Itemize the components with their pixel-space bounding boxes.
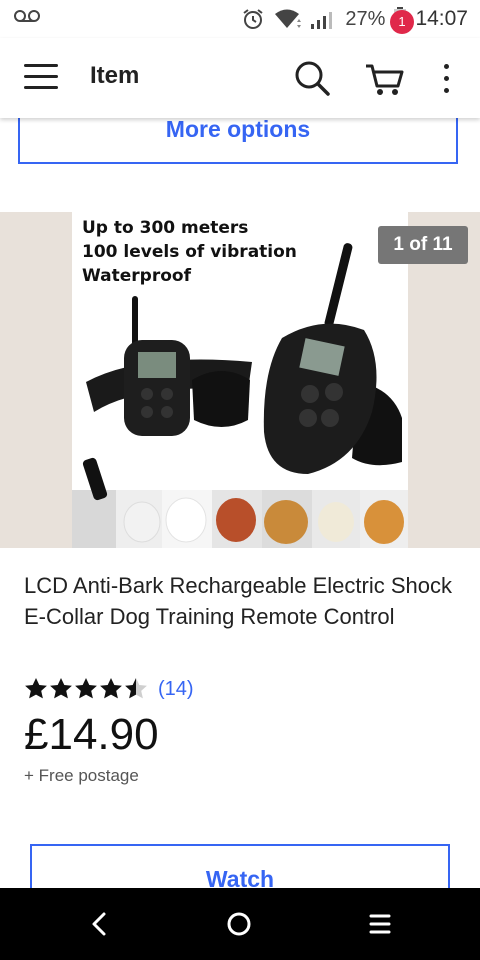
- battery-percent: 27%: [345, 7, 386, 30]
- review-count-link[interactable]: (14): [158, 678, 194, 701]
- star-rating: [24, 677, 148, 701]
- search-icon[interactable]: [292, 58, 332, 98]
- star-icon: [125, 678, 147, 699]
- overflow-menu-icon[interactable]: [438, 62, 454, 96]
- menu-icon[interactable]: [24, 62, 58, 92]
- recents-icon[interactable]: [362, 908, 398, 940]
- alarm-icon: [243, 9, 264, 29]
- app-bar: Item: [0, 38, 480, 118]
- shipping-info: + Free postage: [24, 766, 139, 785]
- product-image[interactable]: Up to 300 meters 100 levels of vibration…: [72, 212, 408, 548]
- price: £14.90: [24, 710, 159, 759]
- star-icon: [100, 678, 122, 699]
- star-icon: [50, 678, 72, 699]
- star-icon: [25, 678, 47, 699]
- rating-row[interactable]: (14): [24, 676, 194, 702]
- cart-count-badge: 1: [390, 10, 414, 34]
- signal-icon: [311, 12, 333, 29]
- cart-icon[interactable]: [364, 58, 408, 98]
- home-icon[interactable]: [221, 908, 257, 940]
- voicemail-icon: [14, 10, 40, 22]
- image-counter-badge: 1 of 11: [378, 226, 468, 264]
- page-title: Item: [90, 62, 140, 89]
- star-icon: [75, 678, 97, 699]
- image-gallery[interactable]: Up to 300 meters 100 levels of vibration…: [0, 212, 480, 548]
- product-photo-illustration: [72, 243, 408, 548]
- product-title: LCD Anti-Bark Rechargeable Electric Shoc…: [24, 573, 452, 629]
- wifi-icon: [275, 9, 302, 28]
- clock: 14:07: [415, 7, 468, 30]
- back-icon[interactable]: [82, 908, 118, 940]
- system-nav-bar: [0, 888, 480, 960]
